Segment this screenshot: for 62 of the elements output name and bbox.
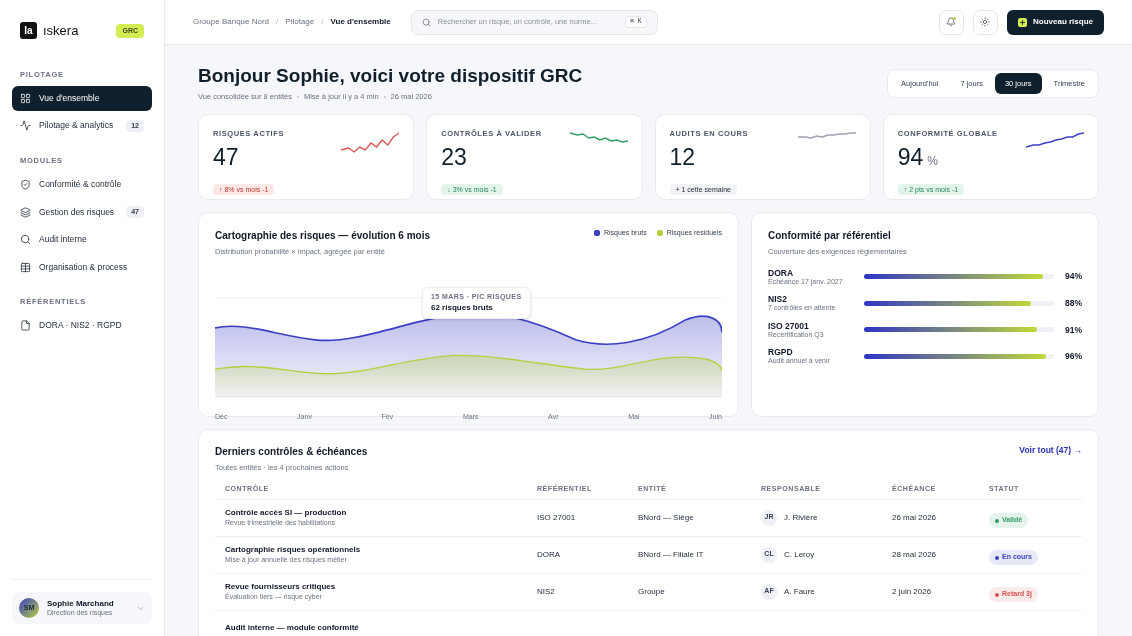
framework-name: DORA [768, 267, 794, 278]
sun-icon [980, 17, 991, 27]
nav-item[interactable]: DORA · NIS2 · RGPD [12, 313, 152, 339]
kpi-value: 94 [897, 142, 924, 171]
owner-name: A. Faure [784, 585, 815, 598]
new-risk-button[interactable]: Nouveau risque [1007, 9, 1104, 35]
table-cell-text: ISO 27001 [537, 511, 577, 524]
control-title: Cartographie risques opérationnels [225, 544, 362, 556]
owner-name: J. Rivière [784, 511, 818, 524]
search-icon [20, 234, 31, 245]
grid-icon [20, 92, 31, 104]
table-cell-text: 26 mai 2026 [892, 511, 938, 524]
table-cell-text: 2 juin 2026 [892, 585, 933, 598]
table-cell-text: NIS2 [537, 585, 556, 598]
owner-name: C. Leroy [784, 548, 815, 561]
search-icon [421, 17, 431, 27]
kpi-value: 12 [669, 142, 696, 171]
breadcrumb-link[interactable]: Groupe Banque Nord [193, 16, 270, 28]
control-title: Contrôle accès SI — production [225, 507, 348, 519]
brand-name: ıskera [43, 22, 79, 40]
card-title: Cartographie des risques — évolution 6 mois [215, 229, 431, 244]
tooltip-value: 62 risques bruts [431, 302, 494, 314]
nav-item[interactable]: Conformité & contrôle [12, 172, 152, 197]
percent-value: 88% [1065, 297, 1082, 310]
control-title: Revue fournisseurs critiques [225, 581, 337, 592]
layers-icon [20, 206, 31, 218]
user-name: Sophie Marchand [47, 598, 115, 609]
logo-mark: Ia [20, 22, 37, 40]
card-title: Derniers contrôles & échéances [215, 445, 368, 460]
percent-value: 94% [1065, 270, 1082, 284]
kpi-value: 47 [213, 142, 239, 171]
shield-check-icon [20, 179, 31, 190]
breadcrumb-link[interactable]: Vue d'ensemble [330, 16, 391, 28]
breadcrumb-separator: / [276, 16, 279, 28]
percent-value: 91% [1065, 323, 1082, 337]
table-icon [20, 261, 31, 273]
control-title: Audit interne — module conformité [225, 623, 360, 634]
kpi-value: 23 [441, 142, 467, 171]
theme-button[interactable] [973, 9, 998, 35]
table-cell-text: BNord — Filiale IT [638, 548, 705, 561]
file-icon [20, 320, 31, 332]
percent-value: 96% [1065, 350, 1082, 363]
card-title: Conformité par référentiel [768, 229, 892, 244]
plus-icon [1018, 17, 1027, 27]
kpi-unit: % [927, 152, 938, 170]
nav-item[interactable]: Vue d'ensemble [12, 85, 152, 111]
breadcrumb-separator: / [321, 16, 324, 28]
pulse-icon [20, 120, 31, 132]
notifications-button[interactable] [939, 9, 964, 35]
framework-name: RGPD [768, 347, 794, 358]
bell-icon [946, 17, 957, 27]
framework-name: NIS2 [768, 294, 788, 305]
page-heading: Bonjour Sophie, voici votre dispositif GRC [198, 64, 583, 88]
nav-item[interactable]: Organisation & process [12, 254, 152, 280]
table-cell-text: DORA [537, 548, 562, 561]
see-all-link[interactable]: Voir tout (47) → [1019, 444, 1082, 474]
framework-name: ISO 27001 [768, 320, 810, 331]
breadcrumb-link[interactable]: Pilotage [285, 16, 315, 28]
table-cell-text: BNord — Siège [638, 511, 695, 524]
table-cell-text: 28 mai 2026 [892, 548, 938, 561]
nav-item[interactable]: Audit interne [12, 227, 152, 252]
table-cell-text: Groupe [638, 585, 666, 598]
